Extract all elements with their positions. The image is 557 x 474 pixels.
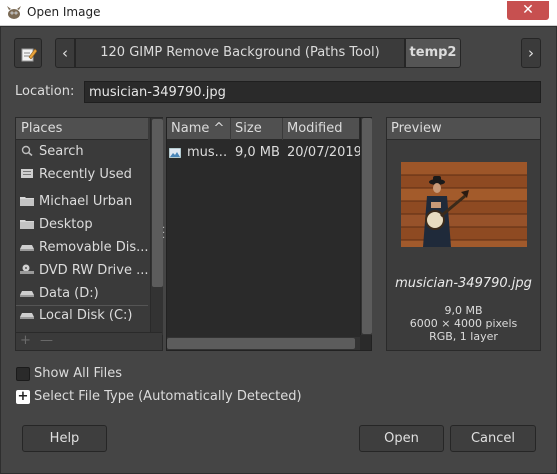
search-icon xyxy=(21,145,33,156)
place-desktop[interactable]: Desktop xyxy=(16,214,148,236)
file-size: 9,0 MB xyxy=(235,145,280,160)
optical-drive-icon xyxy=(20,264,34,274)
place-recently-used[interactable]: Recently Used xyxy=(16,164,148,186)
place-local-disk-c[interactable]: Local Disk (C:) xyxy=(16,305,148,327)
preview-color-mode: RGB, 1 layer xyxy=(429,330,498,343)
help-button[interactable]: Help xyxy=(22,425,107,452)
cancel-button[interactable]: Cancel xyxy=(450,425,536,452)
file-list-header: Name ^ Size Modified xyxy=(167,118,359,140)
file-row[interactable]: mus... 9,0 MB 20/07/2019 xyxy=(167,142,362,164)
places-header[interactable]: Places xyxy=(16,118,148,140)
window-title: Open Image xyxy=(27,5,101,19)
add-bookmark-icon[interactable]: + xyxy=(20,333,31,348)
place-label: Data (D:) xyxy=(39,286,99,301)
preview-dimensions: 6000 × 4000 pixels xyxy=(409,317,518,330)
remove-bookmark-icon[interactable]: — xyxy=(40,333,53,348)
show-all-files-label[interactable]: Show All Files xyxy=(34,366,122,381)
place-label: DVD RW Drive ... xyxy=(39,263,148,278)
location-input[interactable] xyxy=(84,81,541,103)
place-label: Recently Used xyxy=(39,167,132,182)
path-back-button[interactable]: ‹ xyxy=(55,38,75,68)
pane-splitter-handle[interactable]: · · · xyxy=(162,224,165,244)
close-button[interactable]: ✕ xyxy=(507,1,549,20)
select-file-type-expander[interactable]: Select File Type (Automatically Detected… xyxy=(34,389,302,404)
place-removable-disk[interactable]: Removable Dis... xyxy=(16,237,148,259)
show-all-files-checkbox[interactable] xyxy=(16,367,30,381)
drive-icon xyxy=(20,245,34,251)
place-data-d[interactable]: Data (D:) xyxy=(16,283,148,305)
preview-thumbnail[interactable] xyxy=(401,162,527,247)
preview-panel: Preview musician-349790.jpg 9,0 MB 6000 … xyxy=(386,117,541,351)
file-list: Name ^ Size Modified mus... 9,0 MB 20/07… xyxy=(166,117,372,351)
drive-icon xyxy=(20,291,34,297)
preview-filename: musician-349790.jpg xyxy=(395,276,532,291)
recent-icon xyxy=(21,169,33,178)
chevron-left-icon: ‹ xyxy=(62,44,68,62)
folder-icon xyxy=(20,197,34,206)
file-list-horizontal-scrollbar[interactable] xyxy=(167,337,360,350)
title-bar: Open Image ✕ xyxy=(0,0,557,26)
open-button[interactable]: Open xyxy=(359,425,444,452)
place-dvd-rw-drive[interactable]: DVD RW Drive ... xyxy=(16,260,148,282)
places-toolbar: + — xyxy=(16,332,162,350)
file-modified: 20/07/2019 xyxy=(287,145,362,160)
path-forward-button[interactable]: › xyxy=(521,38,541,68)
image-file-icon xyxy=(169,148,181,158)
scrollbar-thumb[interactable] xyxy=(152,119,163,287)
place-michael-urban[interactable]: Michael Urban xyxy=(16,191,148,213)
column-size[interactable]: Size xyxy=(231,118,283,140)
musician-thumbnail-image xyxy=(401,162,527,247)
edit-location-button[interactable] xyxy=(14,38,42,68)
place-label: Desktop xyxy=(39,217,93,232)
column-name[interactable]: Name ^ xyxy=(167,118,231,140)
chevron-right-icon: › xyxy=(528,44,534,62)
breadcrumb-current[interactable]: temp2 xyxy=(405,38,461,68)
file-list-vertical-scrollbar[interactable] xyxy=(360,118,372,335)
close-icon: ✕ xyxy=(522,2,534,18)
expander-plus-icon[interactable]: + xyxy=(16,390,30,404)
place-label: Local Disk (C:) xyxy=(39,308,133,323)
sort-ascending-icon: ^ xyxy=(213,121,225,136)
place-label: Search xyxy=(39,144,84,159)
preview-header[interactable]: Preview xyxy=(387,118,540,140)
preview-size: 9,0 MB xyxy=(444,304,483,317)
column-modified[interactable]: Modified xyxy=(283,118,359,140)
places-panel: Places Search Recently Used Michael Urba… xyxy=(15,117,163,351)
place-label: Michael Urban xyxy=(39,194,133,209)
edit-location-icon xyxy=(21,48,37,62)
file-name: mus... xyxy=(187,145,228,160)
location-label: Location: xyxy=(15,84,75,99)
breadcrumb-parent[interactable]: 120 GIMP Remove Background (Paths Tool) xyxy=(75,38,405,68)
scrollbar-thumb[interactable] xyxy=(362,118,372,334)
place-search[interactable]: Search xyxy=(16,141,148,163)
folder-icon xyxy=(20,220,34,229)
drive-icon xyxy=(20,313,34,319)
gimp-icon xyxy=(7,6,21,19)
place-label: Removable Dis... xyxy=(39,240,148,255)
scrollbar-thumb[interactable] xyxy=(167,338,355,349)
